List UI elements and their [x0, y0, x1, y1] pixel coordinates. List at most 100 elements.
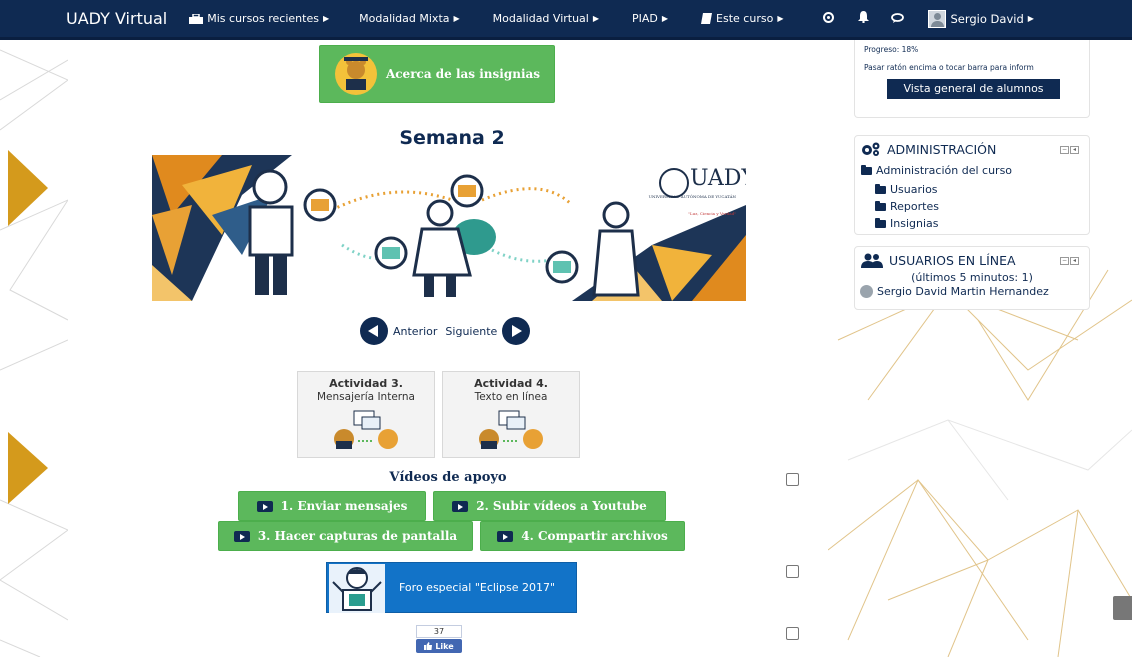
video-button-screenshots[interactable]: 3. Hacer capturas de pantalla: [218, 521, 473, 551]
dock-icon[interactable]: ◂: [1070, 145, 1079, 154]
online-user-name: Sergio David Martin Hernandez: [877, 285, 1049, 298]
like-button[interactable]: Like: [416, 639, 462, 653]
collapse-icon[interactable]: −: [1060, 256, 1069, 265]
user-avatar-icon: [928, 9, 947, 28]
previous-arrow-icon[interactable]: [360, 317, 388, 345]
uady-logo-motto: "Luz, Ciencia y Verdad": [688, 211, 736, 216]
administration-title: ADMINISTRACIÓN: [887, 142, 997, 157]
like-count: 37: [416, 625, 462, 638]
user-menu[interactable]: Sergio David ▶: [928, 9, 1034, 28]
admin-item-label: Usuarios: [890, 183, 938, 196]
students-overview-button[interactable]: Vista general de alumnos: [887, 79, 1060, 99]
administration-block: ADMINISTRACIÓN − ◂ Administración del cur…: [854, 135, 1090, 235]
dashboard-icon[interactable]: [823, 11, 835, 26]
block-controls: − ◂: [1060, 145, 1079, 154]
admin-item-reports[interactable]: Reportes: [855, 196, 1089, 213]
activity-subtitle: Texto en línea: [474, 391, 548, 403]
caret-right-icon: ▶: [1027, 14, 1034, 23]
uady-logo-text: UADY: [690, 166, 746, 191]
admin-item-label: Reportes: [890, 200, 939, 213]
previous-link[interactable]: Anterior: [393, 325, 437, 338]
caret-right-icon: ▶: [661, 14, 669, 23]
video-button-send-messages[interactable]: 1. Enviar mensajes: [238, 491, 426, 521]
video-button-label: 2. Subir vídeos a Youtube: [476, 499, 647, 513]
course-admin-item[interactable]: Administración del curso: [855, 157, 1089, 177]
section-pagination: Anterior Siguiente: [360, 317, 540, 345]
week-title: Semana 2: [399, 127, 505, 149]
online-user-item[interactable]: Sergio David Martin Hernandez: [855, 284, 1089, 298]
book-icon: [701, 13, 713, 24]
folder-icon: [875, 200, 886, 211]
video-button-upload-youtube[interactable]: 2. Subir vídeos a Youtube: [433, 491, 666, 521]
messages-icon[interactable]: [891, 12, 905, 26]
completion-checkbox[interactable]: [786, 565, 799, 578]
video-button-share-files[interactable]: 4. Compartir archivos: [480, 521, 685, 551]
support-videos-title: Vídeos de apoyo: [389, 470, 507, 485]
nav-virtual-mode[interactable]: Modalidad Virtual ▶: [493, 12, 599, 25]
progress-text: Progreso: 18%: [864, 45, 919, 54]
special-forum-label: Foro especial "Eclipse 2017": [399, 581, 556, 594]
next-arrow-icon[interactable]: [502, 317, 531, 345]
folder-icon: [875, 217, 886, 228]
thumbs-up-icon: [424, 642, 433, 650]
video-button-label: 3. Hacer capturas de pantalla: [257, 529, 458, 543]
special-forum-button[interactable]: Foro especial "Eclipse 2017": [326, 562, 577, 613]
badge-mascot-icon: [334, 53, 377, 95]
week-banner-image: UADY UNIVERSIDAD AUTÓNOMA DE YUCATÁN "Lu…: [152, 155, 746, 301]
video-play-icon: [256, 500, 273, 512]
top-navbar: UADY Virtual Mis cursos recientes ▶ Moda…: [0, 0, 1132, 40]
course-main-content: Acerca de las insignias Semana 2 UAD UNI…: [68, 40, 828, 657]
activity-card-online-text[interactable]: Actividad 4. Texto en línea: [442, 371, 580, 458]
like-label: Like: [435, 641, 454, 651]
person-laptop-icon: [329, 564, 385, 613]
dock-icon[interactable]: ◂: [1070, 256, 1079, 265]
video-play-icon: [233, 530, 250, 542]
course-admin-label: Administración del curso: [876, 164, 1013, 177]
next-link[interactable]: Siguiente: [445, 325, 497, 338]
completion-checkbox[interactable]: [786, 473, 799, 486]
badges-info-label: Acerca de las insignias: [385, 67, 541, 81]
collapse-icon[interactable]: −: [1060, 145, 1069, 154]
nav-this-course[interactable]: Este curso ▶: [701, 12, 783, 25]
completion-checkbox[interactable]: [786, 627, 799, 640]
user-avatar-icon: [860, 285, 873, 298]
block-controls: − ◂: [1060, 256, 1079, 265]
nav-mixed-mode-label: Modalidad Mixta: [359, 12, 450, 25]
progress-block: Progreso: 18% Pasar ratón encima o tocar…: [854, 40, 1090, 118]
caret-right-icon: ▶: [592, 14, 600, 23]
activity-title: Actividad 3.: [329, 377, 403, 390]
right-background-decoration: [828, 40, 1132, 657]
admin-item-label: Insignias: [890, 217, 939, 230]
nav-virtual-mode-label: Modalidad Virtual: [492, 12, 589, 25]
badges-info-button[interactable]: Acerca de las insignias: [319, 45, 555, 103]
courses-icon: [189, 13, 204, 24]
users-icon: [861, 253, 883, 268]
caret-right-icon: ▶: [322, 14, 330, 23]
nav-piad-label: PIAD: [632, 12, 658, 25]
folder-icon: [875, 183, 886, 194]
video-button-label: 1. Enviar mensajes: [280, 499, 408, 513]
brand-logo-link[interactable]: UADY Virtual: [0, 9, 189, 28]
nav-piad[interactable]: PIAD ▶: [632, 12, 668, 25]
left-background-decoration: [0, 40, 68, 657]
video-button-label: 4. Compartir archivos: [521, 529, 668, 543]
admin-item-badges[interactable]: Insignias: [855, 213, 1089, 230]
caret-right-icon: ▶: [777, 14, 784, 23]
video-play-icon: [497, 530, 514, 542]
uady-logo-subtitle: UNIVERSIDAD AUTÓNOMA DE YUCATÁN: [649, 194, 737, 199]
activity-card-messaging[interactable]: Actividad 3. Mensajería Interna: [297, 371, 435, 458]
admin-item-users[interactable]: Usuarios: [855, 177, 1089, 196]
activity-subtitle: Mensajería Interna: [316, 391, 415, 403]
facebook-like-widget[interactable]: 37 Like: [416, 625, 462, 653]
user-menu-label: Sergio David: [950, 11, 1024, 26]
nav-recent-courses[interactable]: Mis cursos recientes ▶: [189, 12, 329, 25]
activity-illustration-icon: [479, 410, 543, 449]
scroll-side-button[interactable]: [1113, 596, 1132, 620]
notifications-icon[interactable]: [858, 11, 870, 26]
nav-recent-courses-label: Mis cursos recientes: [207, 12, 319, 25]
online-users-subtitle: (últimos 5 minutos: 1): [911, 271, 1033, 284]
progress-hint: Pasar ratón encima o tocar barra para in…: [864, 63, 1034, 72]
folder-open-icon: [861, 164, 872, 175]
nav-mixed-mode[interactable]: Modalidad Mixta ▶: [359, 12, 460, 25]
online-users-block: USUARIOS EN LÍNEA − ◂ (últimos 5 minutos:…: [854, 246, 1090, 310]
